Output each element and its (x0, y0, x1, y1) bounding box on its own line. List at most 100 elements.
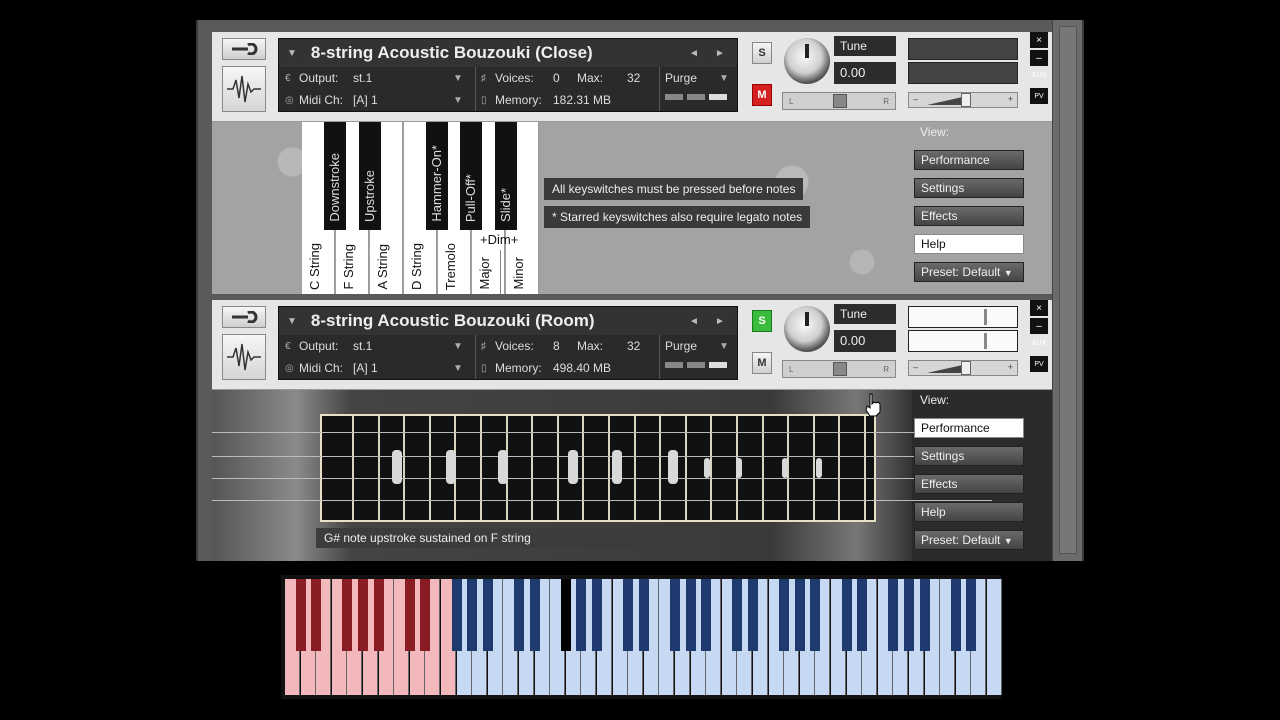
piano-black-key[interactable] (779, 579, 789, 651)
piano-black-key[interactable] (920, 579, 930, 651)
piano-black-key[interactable] (842, 579, 852, 651)
dropdown-arrow-icon[interactable]: ▼ (453, 363, 463, 374)
piano-black-key[interactable] (405, 579, 415, 651)
tune-knob[interactable] (784, 38, 830, 84)
piano-black-key[interactable] (374, 579, 384, 651)
waveform-icon[interactable] (222, 66, 266, 112)
tune-value[interactable]: 0.00 (834, 330, 896, 352)
piano-black-key[interactable] (514, 579, 524, 651)
midi-keyboard[interactable] (281, 575, 1002, 699)
dropdown-arrow-icon[interactable]: ▼ (453, 95, 463, 106)
volume-slider[interactable]: – + (908, 360, 1018, 376)
purge-button[interactable]: Purge (665, 71, 697, 85)
volume-handle[interactable] (961, 93, 971, 107)
max-value[interactable]: 32 (627, 339, 640, 353)
wrench-icon[interactable] (222, 38, 266, 60)
next-arrow-icon[interactable]: ► (715, 48, 725, 59)
piano-black-key[interactable] (670, 579, 680, 651)
scrollbar-thumb[interactable] (1059, 26, 1077, 554)
piano-black-key[interactable] (452, 579, 462, 651)
pan-handle[interactable] (833, 362, 847, 376)
pan-handle[interactable] (833, 94, 847, 108)
settings-button[interactable]: Settings (914, 178, 1024, 198)
piano-black-key[interactable] (530, 579, 540, 651)
prev-arrow-icon[interactable]: ◄ (689, 316, 699, 327)
piano-black-key[interactable] (467, 579, 477, 651)
aux-button[interactable]: AUX (1030, 72, 1048, 79)
dropdown-arrow-icon[interactable]: ▼ (287, 48, 297, 59)
key-downstroke[interactable]: Downstroke (324, 122, 346, 230)
effects-button[interactable]: Effects (914, 474, 1024, 494)
piano-black-key[interactable] (701, 579, 711, 651)
piano-black-key[interactable] (592, 579, 602, 651)
piano-black-key[interactable] (561, 579, 571, 651)
next-arrow-icon[interactable]: ► (715, 316, 725, 327)
piano-black-key[interactable] (623, 579, 633, 651)
piano-white-key[interactable] (987, 579, 1002, 695)
piano-black-key[interactable] (857, 579, 867, 651)
piano-black-key[interactable] (795, 579, 805, 651)
pan-slider[interactable]: L R (782, 92, 896, 110)
key-hammer-on[interactable]: Hammer-On* (426, 122, 448, 230)
piano-black-key[interactable] (888, 579, 898, 651)
piano-black-key[interactable] (576, 579, 586, 651)
piano-black-key[interactable] (311, 579, 321, 651)
minimize-icon[interactable]: – (1030, 50, 1048, 66)
piano-black-key[interactable] (639, 579, 649, 651)
help-button[interactable]: Help (914, 502, 1024, 522)
dropdown-arrow-icon[interactable]: ▼ (287, 316, 297, 327)
fretboard[interactable] (212, 414, 992, 522)
minimize-icon[interactable]: – (1030, 318, 1048, 334)
waveform-icon[interactable] (222, 334, 266, 380)
output-value[interactable]: st.1 (353, 339, 372, 353)
solo-button[interactable]: S (752, 310, 772, 332)
preset-dropdown[interactable]: Preset: Default ▼ (914, 262, 1024, 282)
tune-value[interactable]: 0.00 (834, 62, 896, 84)
tune-knob[interactable] (784, 306, 830, 352)
piano-black-key[interactable] (483, 579, 493, 651)
piano-black-key[interactable] (358, 579, 368, 651)
close-icon[interactable]: × (1030, 32, 1048, 48)
dropdown-arrow-icon[interactable]: ▼ (453, 73, 463, 84)
piano-black-key[interactable] (748, 579, 758, 651)
instrument-name-row[interactable]: ▼ 8-string Acoustic Bouzouki (Room) ◄ ► (279, 307, 737, 335)
mute-button[interactable]: M (752, 84, 772, 106)
piano-black-key[interactable] (810, 579, 820, 651)
pan-slider[interactable]: L R (782, 360, 896, 378)
max-value[interactable]: 32 (627, 71, 640, 85)
help-button[interactable]: Help (914, 234, 1024, 254)
dropdown-arrow-icon[interactable]: ▼ (719, 73, 729, 84)
midi-value[interactable]: [A] 1 (353, 361, 378, 375)
prev-arrow-icon[interactable]: ◄ (689, 48, 699, 59)
piano-black-key[interactable] (342, 579, 352, 651)
close-icon[interactable]: × (1030, 300, 1048, 316)
preset-dropdown[interactable]: Preset: Default ▼ (914, 530, 1024, 550)
dropdown-arrow-icon[interactable]: ▼ (719, 341, 729, 352)
piano-black-key[interactable] (951, 579, 961, 651)
key-upstroke[interactable]: Upstroke (359, 122, 381, 230)
rack-scrollbar[interactable] (1052, 20, 1082, 561)
key-pull-off[interactable]: Pull-Off* (460, 122, 482, 230)
solo-button[interactable]: S (752, 42, 772, 64)
pv-button[interactable]: PV (1030, 356, 1048, 372)
performance-button[interactable]: Performance (914, 150, 1024, 170)
volume-slider[interactable]: – + (908, 92, 1018, 108)
key-slide[interactable]: Slide* (495, 122, 517, 230)
dropdown-arrow-icon[interactable]: ▼ (453, 341, 463, 352)
purge-button[interactable]: Purge (665, 339, 697, 353)
performance-button[interactable]: Performance (914, 418, 1024, 438)
effects-button[interactable]: Effects (914, 206, 1024, 226)
piano-black-key[interactable] (686, 579, 696, 651)
piano-black-key[interactable] (904, 579, 914, 651)
midi-value[interactable]: [A] 1 (353, 93, 378, 107)
piano-black-key[interactable] (966, 579, 976, 651)
wrench-icon[interactable] (222, 306, 266, 328)
mute-button[interactable]: M (752, 352, 772, 374)
piano-black-key[interactable] (732, 579, 742, 651)
output-value[interactable]: st.1 (353, 71, 372, 85)
piano-black-key[interactable] (420, 579, 430, 651)
pv-button[interactable]: PV (1030, 88, 1048, 104)
instrument-name-row[interactable]: ▼ 8-string Acoustic Bouzouki (Close) ◄ ► (279, 39, 737, 67)
volume-handle[interactable] (961, 361, 971, 375)
piano-black-key[interactable] (296, 579, 306, 651)
